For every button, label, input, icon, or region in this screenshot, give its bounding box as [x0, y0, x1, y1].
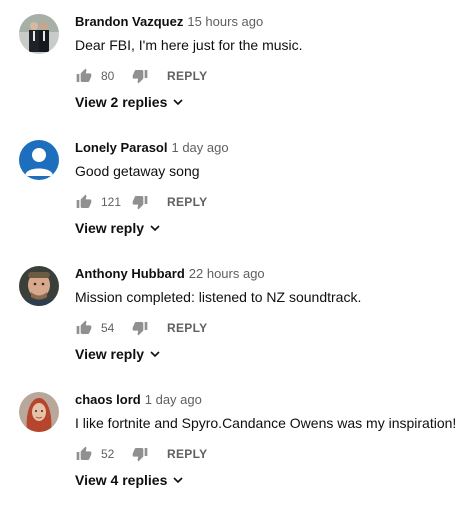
comment-timestamp[interactable]: 15 hours ago	[187, 14, 263, 29]
thumbs-down-icon	[132, 196, 148, 210]
comment-timestamp[interactable]: 22 hours ago	[189, 266, 265, 281]
comment-text: Dear FBI, I'm here just for the music.	[75, 37, 303, 53]
like-button[interactable]	[75, 445, 93, 463]
avatar-two-men-suits-icon	[19, 14, 59, 54]
like-button[interactable]	[75, 67, 93, 85]
view-replies-label: View 4 replies	[75, 472, 168, 488]
avatar[interactable]	[19, 266, 59, 306]
view-replies-label: View 2 replies	[75, 94, 168, 110]
comment-actions: 80 REPLY	[75, 66, 207, 86]
chevron-down-icon	[150, 223, 160, 233]
comment-text: I like fortnite and Spyro.Candance Owens…	[75, 415, 457, 431]
view-replies-label: View reply	[75, 346, 145, 362]
comment-text: Mission completed: listened to NZ soundt…	[75, 289, 362, 305]
like-count: 52	[101, 447, 115, 461]
comment-list: Brandon Vazquez 15 hours ago Dear FBI, I'…	[0, 0, 461, 506]
dislike-button[interactable]	[131, 193, 149, 211]
avatar[interactable]	[19, 140, 59, 180]
reply-button[interactable]: REPLY	[167, 195, 207, 209]
thumbs-up-icon	[76, 446, 92, 460]
comment-text: Good getaway song	[75, 163, 200, 179]
avatar-man-face-icon	[19, 266, 59, 306]
comment-header: Brandon Vazquez 15 hours ago	[75, 14, 263, 30]
avatar[interactable]	[19, 14, 59, 54]
thumbs-up-icon	[76, 194, 92, 208]
comment-thread: Lonely Parasol 1 day ago Good getaway son…	[0, 140, 461, 266]
comment-actions: 52 REPLY	[75, 444, 207, 464]
thumbs-down-icon	[132, 322, 148, 336]
like-button[interactable]	[75, 193, 93, 211]
comment-timestamp[interactable]: 1 day ago	[145, 392, 202, 407]
author-name[interactable]: Anthony Hubbard	[75, 266, 185, 281]
thumbs-down-icon	[132, 448, 148, 462]
avatar[interactable]	[19, 392, 59, 432]
author-name[interactable]: Brandon Vazquez	[75, 14, 183, 29]
dislike-button[interactable]	[131, 445, 149, 463]
comment-header: Lonely Parasol 1 day ago	[75, 140, 229, 156]
dislike-button[interactable]	[131, 319, 149, 337]
comment-thread: Anthony Hubbard 22 hours ago Mission comp…	[0, 266, 461, 392]
like-count: 80	[101, 69, 115, 83]
view-replies-label: View reply	[75, 220, 145, 236]
view-replies-button[interactable]: View 2 replies	[75, 94, 183, 110]
comment-header: chaos lord 1 day ago	[75, 392, 202, 408]
comment-timestamp[interactable]: 1 day ago	[171, 140, 228, 155]
default-user-avatar-icon	[19, 140, 59, 180]
reply-button[interactable]: REPLY	[167, 321, 207, 335]
comment-actions: 54 REPLY	[75, 318, 207, 338]
comment-actions: 121 REPLY	[75, 192, 207, 212]
like-button[interactable]	[75, 319, 93, 337]
thumbs-down-icon	[132, 70, 148, 84]
view-replies-button[interactable]: View 4 replies	[75, 472, 183, 488]
chevron-down-icon	[173, 475, 183, 485]
author-name[interactable]: chaos lord	[75, 392, 141, 407]
reply-button[interactable]: REPLY	[167, 447, 207, 461]
chevron-down-icon	[173, 97, 183, 107]
dislike-button[interactable]	[131, 67, 149, 85]
thumbs-up-icon	[76, 68, 92, 82]
comment-thread: Brandon Vazquez 15 hours ago Dear FBI, I'…	[0, 14, 461, 140]
view-replies-button[interactable]: View reply	[75, 346, 160, 362]
view-replies-button[interactable]: View reply	[75, 220, 160, 236]
comment-header: Anthony Hubbard 22 hours ago	[75, 266, 265, 282]
like-count: 54	[101, 321, 115, 335]
like-count: 121	[101, 195, 122, 209]
author-name[interactable]: Lonely Parasol	[75, 140, 167, 155]
avatar-red-hair-icon	[19, 392, 59, 432]
chevron-down-icon	[150, 349, 160, 359]
thumbs-up-icon	[76, 320, 92, 334]
reply-button[interactable]: REPLY	[167, 69, 207, 83]
comment-thread: chaos lord 1 day ago I like fortnite and …	[0, 392, 461, 518]
